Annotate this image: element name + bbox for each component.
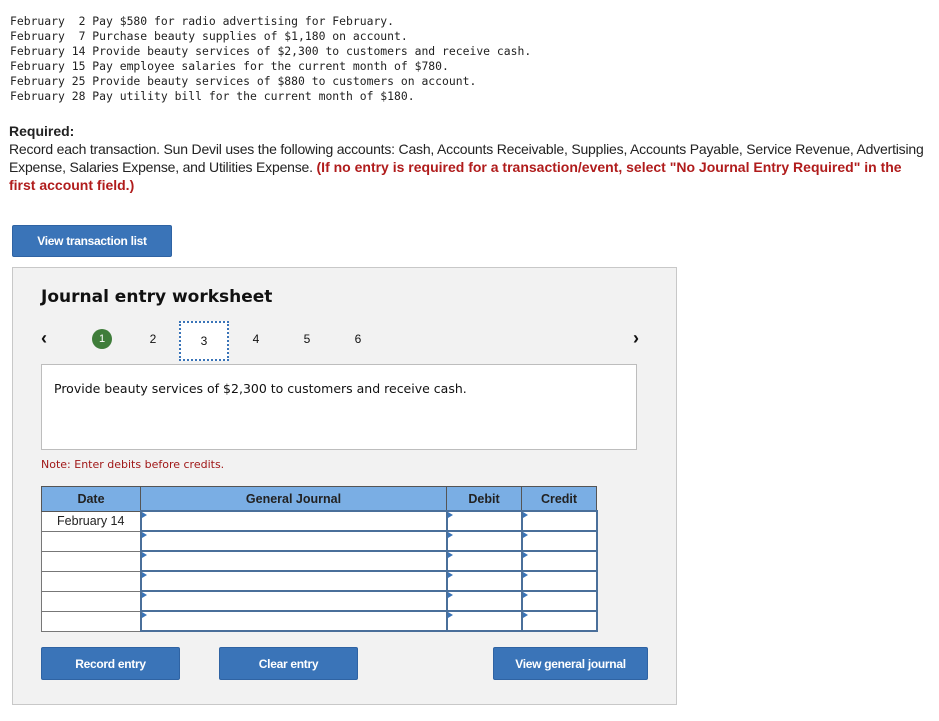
transaction-text: Provide beauty services of $2,300 to cus… <box>92 44 532 58</box>
transaction-line: February 28 Pay utility bill for the curre… <box>10 89 531 104</box>
transaction-text: Purchase beauty supplies of $1,180 on ac… <box>92 29 408 43</box>
transaction-description: Provide beauty services of $2,300 to cus… <box>54 381 467 396</box>
transaction-date: February <box>10 89 65 103</box>
account-input[interactable] <box>139 550 448 572</box>
transaction-date: February <box>10 14 65 28</box>
transaction-text: Pay $580 for radio advertising for Febru… <box>92 14 395 28</box>
transaction-day: 25 <box>71 74 86 88</box>
transaction-description-box: Provide beauty services of $2,300 to cus… <box>41 364 637 450</box>
transaction-line: February 25 Provide beauty services of $88… <box>10 74 531 89</box>
credit-input[interactable] <box>520 550 598 572</box>
transaction-date: February <box>10 74 65 88</box>
debits-note: Note: Enter debits before credits. <box>41 458 225 471</box>
view-transaction-list-button[interactable]: View transaction list <box>12 225 172 257</box>
worksheet-title: Journal entry worksheet <box>41 287 273 307</box>
date-cell <box>41 570 141 592</box>
required-section: Required: Record each transaction. Sun D… <box>9 122 929 194</box>
column-header-general-journal: General Journal <box>140 486 447 512</box>
debit-input[interactable] <box>445 610 523 632</box>
step-6[interactable]: 6 <box>348 332 368 346</box>
transaction-day: 7 <box>78 29 86 43</box>
transaction-list: February 2 Pay $580 for radio advertising … <box>10 14 531 104</box>
transaction-text: Pay utility bill for the current month o… <box>92 89 415 103</box>
date-cell <box>41 530 141 552</box>
step-navigation: ‹ 1 2 3 4 5 6 › <box>13 321 676 361</box>
clear-entry-button[interactable]: Clear entry <box>219 647 358 680</box>
step-2[interactable]: 2 <box>143 332 163 346</box>
transaction-text: Provide beauty services of $880 to custo… <box>92 74 477 88</box>
date-cell: February 14 <box>41 510 141 532</box>
account-input[interactable] <box>139 510 448 532</box>
transaction-date: February <box>10 29 65 43</box>
transaction-date: February <box>10 59 65 73</box>
date-cell <box>41 590 141 612</box>
credit-input[interactable] <box>520 530 598 552</box>
account-input[interactable] <box>139 530 448 552</box>
journal-row <box>41 530 598 552</box>
account-input[interactable] <box>139 610 448 632</box>
account-input[interactable] <box>139 590 448 612</box>
journal-row <box>41 590 598 612</box>
column-header-date: Date <box>41 486 141 512</box>
transaction-day: 28 <box>71 89 86 103</box>
debit-input[interactable] <box>445 550 523 572</box>
journal-row: February 14 <box>41 510 598 532</box>
debit-input[interactable] <box>445 510 523 532</box>
transaction-day: 2 <box>78 14 86 28</box>
view-general-journal-button[interactable]: View general journal <box>493 647 648 680</box>
journal-table: Date General Journal Debit Credit Februa… <box>41 486 598 632</box>
record-entry-button[interactable]: Record entry <box>41 647 180 680</box>
debit-input[interactable] <box>445 590 523 612</box>
transaction-line: February 2 Pay $580 for radio advertising … <box>10 14 531 29</box>
debit-input[interactable] <box>445 570 523 592</box>
required-title: Required: <box>9 123 75 139</box>
prev-arrow-icon[interactable]: ‹ <box>41 328 47 349</box>
column-header-debit: Debit <box>446 486 522 512</box>
account-input[interactable] <box>139 570 448 592</box>
transaction-text: Pay employee salaries for the current mo… <box>92 59 449 73</box>
journal-entry-worksheet-panel: Journal entry worksheet ‹ 1 2 3 4 5 6 › … <box>12 267 677 705</box>
step-5[interactable]: 5 <box>297 332 317 346</box>
credit-input[interactable] <box>520 570 598 592</box>
date-cell <box>41 550 141 572</box>
transaction-day: 15 <box>71 59 86 73</box>
date-cell <box>41 610 141 632</box>
credit-input[interactable] <box>520 590 598 612</box>
journal-row <box>41 550 598 572</box>
column-header-credit: Credit <box>521 486 597 512</box>
transaction-line: February 14 Provide beauty services of $2,… <box>10 44 531 59</box>
journal-row <box>41 610 598 632</box>
debit-input[interactable] <box>445 530 523 552</box>
transaction-line: February 7 Purchase beauty supplies of $1,… <box>10 29 531 44</box>
transaction-day: 14 <box>71 44 86 58</box>
step-1[interactable]: 1 <box>92 329 112 349</box>
journal-row <box>41 570 598 592</box>
transaction-date: February <box>10 44 65 58</box>
credit-input[interactable] <box>520 510 598 532</box>
step-4[interactable]: 4 <box>246 332 266 346</box>
next-arrow-icon[interactable]: › <box>633 328 639 349</box>
transaction-line: February 15 Pay employee salaries for the … <box>10 59 531 74</box>
credit-input[interactable] <box>520 610 598 632</box>
step-3[interactable]: 3 <box>179 321 229 361</box>
